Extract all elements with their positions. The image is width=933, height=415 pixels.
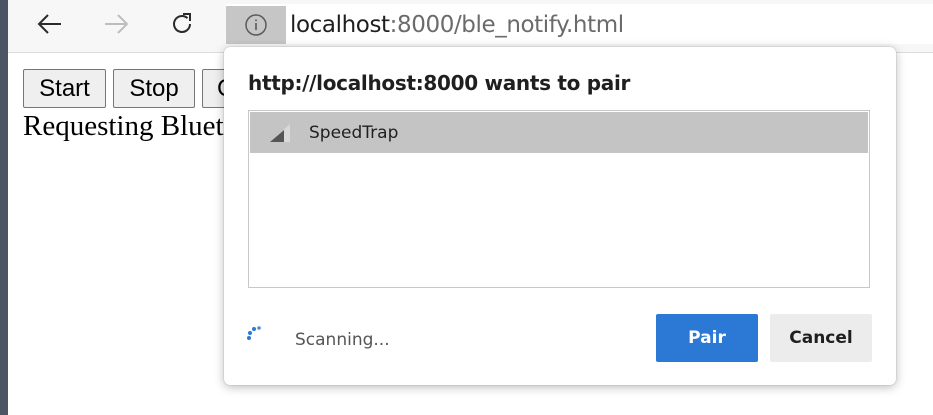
start-button[interactable]: Start [23,69,106,108]
status-text: Requesting Bluet [23,110,224,142]
cancel-button[interactable]: Cancel [770,314,872,362]
arrow-left-icon [37,14,61,34]
arrow-right-icon [105,14,129,34]
browser-toolbar: localhost:8000/ble_notify.html [8,0,933,53]
device-name: SpeedTrap [309,123,399,143]
scanning-status: Scanning... [295,330,390,350]
info-icon [245,14,267,36]
forward-button[interactable] [96,6,136,42]
dialog-title: http://localhost:8000 wants to pair [248,71,631,95]
reload-icon [173,13,191,33]
pair-button[interactable]: Pair [656,314,758,362]
site-info-button[interactable] [226,6,286,44]
signal-strength-icon [270,124,290,142]
bluetooth-pair-dialog: http://localhost:8000 wants to pair Spee… [224,47,896,385]
reload-button[interactable] [162,6,202,42]
url-path: :8000/ble_notify.html [389,12,624,38]
back-button[interactable] [30,6,70,42]
address-bar[interactable]: localhost:8000/ble_notify.html [226,4,933,44]
loading-spinner-icon [247,326,261,340]
stop-button[interactable]: Stop [113,69,195,108]
url-host: localhost [290,12,390,38]
device-row-speedtrap[interactable]: SpeedTrap [250,112,868,153]
device-list: SpeedTrap [248,110,870,288]
url-text[interactable]: localhost:8000/ble_notify.html [290,12,624,38]
window-edge [0,0,8,415]
